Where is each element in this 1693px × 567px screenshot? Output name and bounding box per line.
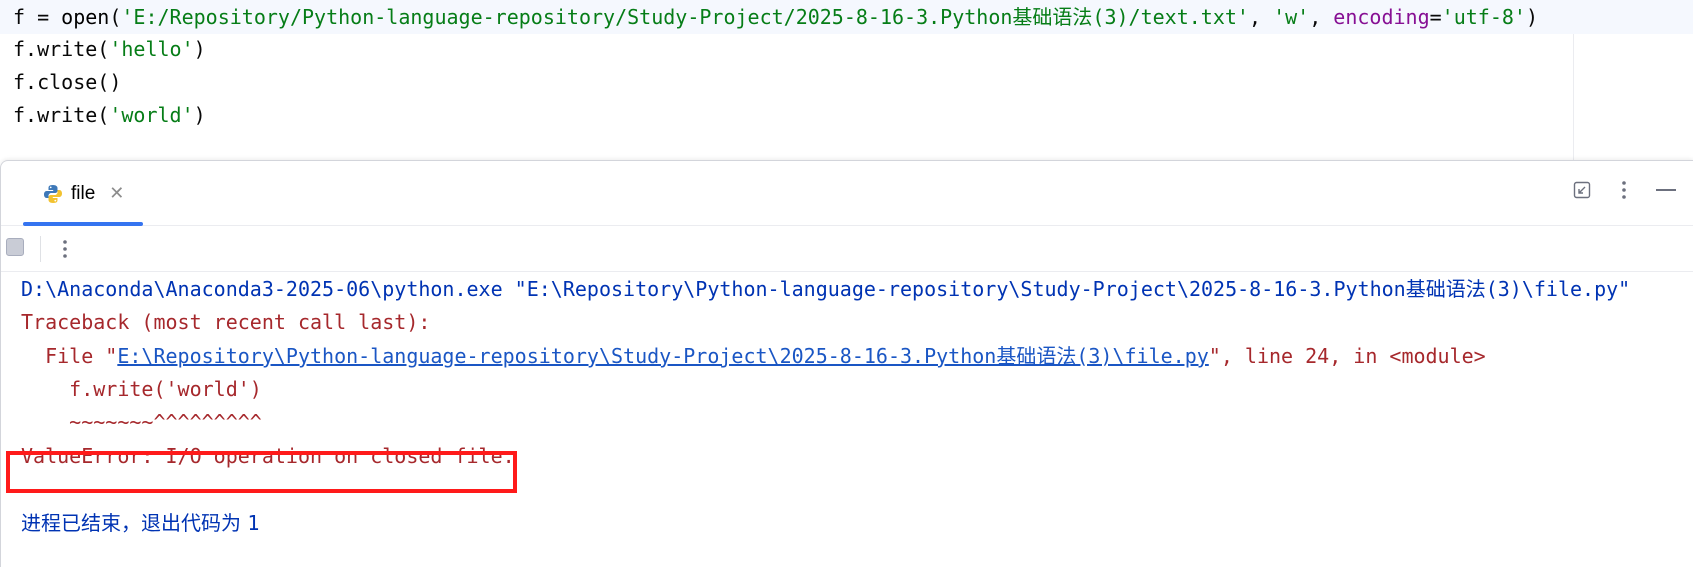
code-line-4[interactable]: f.write('world') [13, 98, 206, 132]
console-file-suffix: ", line 24, in <module> [1208, 344, 1486, 368]
code-token-var: f [13, 5, 26, 29]
run-toolbar [1, 226, 1693, 272]
code-token-string: 'hello' [109, 37, 194, 61]
more-vertical-icon[interactable] [54, 236, 76, 262]
restore-layout-icon[interactable] [1571, 179, 1593, 201]
code-editor[interactable]: f = open('E:/Repository/Python-language-… [0, 0, 1693, 160]
console-command-line: D:\Anaconda\Anaconda3-2025-06\python.exe… [21, 277, 1631, 301]
tab-file[interactable]: file ✕ [23, 161, 143, 226]
console-exit-status: 进程已结束，退出代码为 1 [21, 506, 259, 540]
close-icon[interactable]: ✕ [109, 183, 124, 204]
code-token-paren: ) [193, 37, 206, 61]
stop-icon[interactable] [6, 238, 24, 256]
code-token-call: f.write( [13, 37, 110, 61]
code-token-encoding-string: 'utf-8' [1441, 5, 1526, 29]
more-options-icon[interactable] [1613, 179, 1635, 201]
toolbar-divider [40, 236, 41, 262]
console-output[interactable]: D:\Anaconda\Anaconda3-2025-06\python.exe… [1, 272, 1693, 567]
console-traceback-file-line: File "E:\Repository\Python-language-repo… [21, 339, 1486, 373]
code-token-assign: = [25, 5, 62, 29]
tab-label: file [71, 182, 96, 204]
code-token-string: 'world' [109, 103, 194, 127]
console-source-line: f.write('world') [21, 377, 262, 401]
minimize-icon[interactable] [1655, 179, 1677, 201]
code-token-function: open [61, 5, 110, 29]
console-traceback-header: Traceback (most recent call last): [21, 310, 431, 334]
tool-window-actions [1571, 179, 1677, 201]
console-caret-line: ~~~~~~~^^^^^^^^^ [21, 410, 262, 434]
code-token-call: f.write( [13, 103, 110, 127]
code-token-mode-string: 'w' [1273, 5, 1310, 29]
code-token-paren: ) [193, 103, 206, 127]
code-token-keyword-arg: encoding [1333, 5, 1430, 29]
code-line-1[interactable]: f = open('E:/Repository/Python-language-… [0, 0, 1693, 34]
python-icon [43, 184, 63, 204]
tool-window-tab-bar: file ✕ [1, 161, 1693, 226]
console-exit-code: 1 [247, 511, 260, 535]
console-file-link[interactable]: E:\Repository\Python-language-repository… [117, 344, 1208, 368]
console-exit-text: 进程已结束，退出代码为 [21, 511, 248, 535]
console-error-message: ValueError: I/O operation on closed file… [21, 444, 515, 468]
code-line-3[interactable]: f.close() [13, 65, 121, 99]
code-token-call: f.close() [13, 70, 122, 94]
code-token-path-string: 'E:/Repository/Python-language-repositor… [121, 5, 1249, 29]
console-file-prefix: File " [21, 344, 118, 368]
code-line-2[interactable]: f.write('hello') [13, 32, 206, 66]
run-tool-window: file ✕ D:\Anaconda\Anaconda3-2025-06\pyt… [0, 160, 1693, 567]
